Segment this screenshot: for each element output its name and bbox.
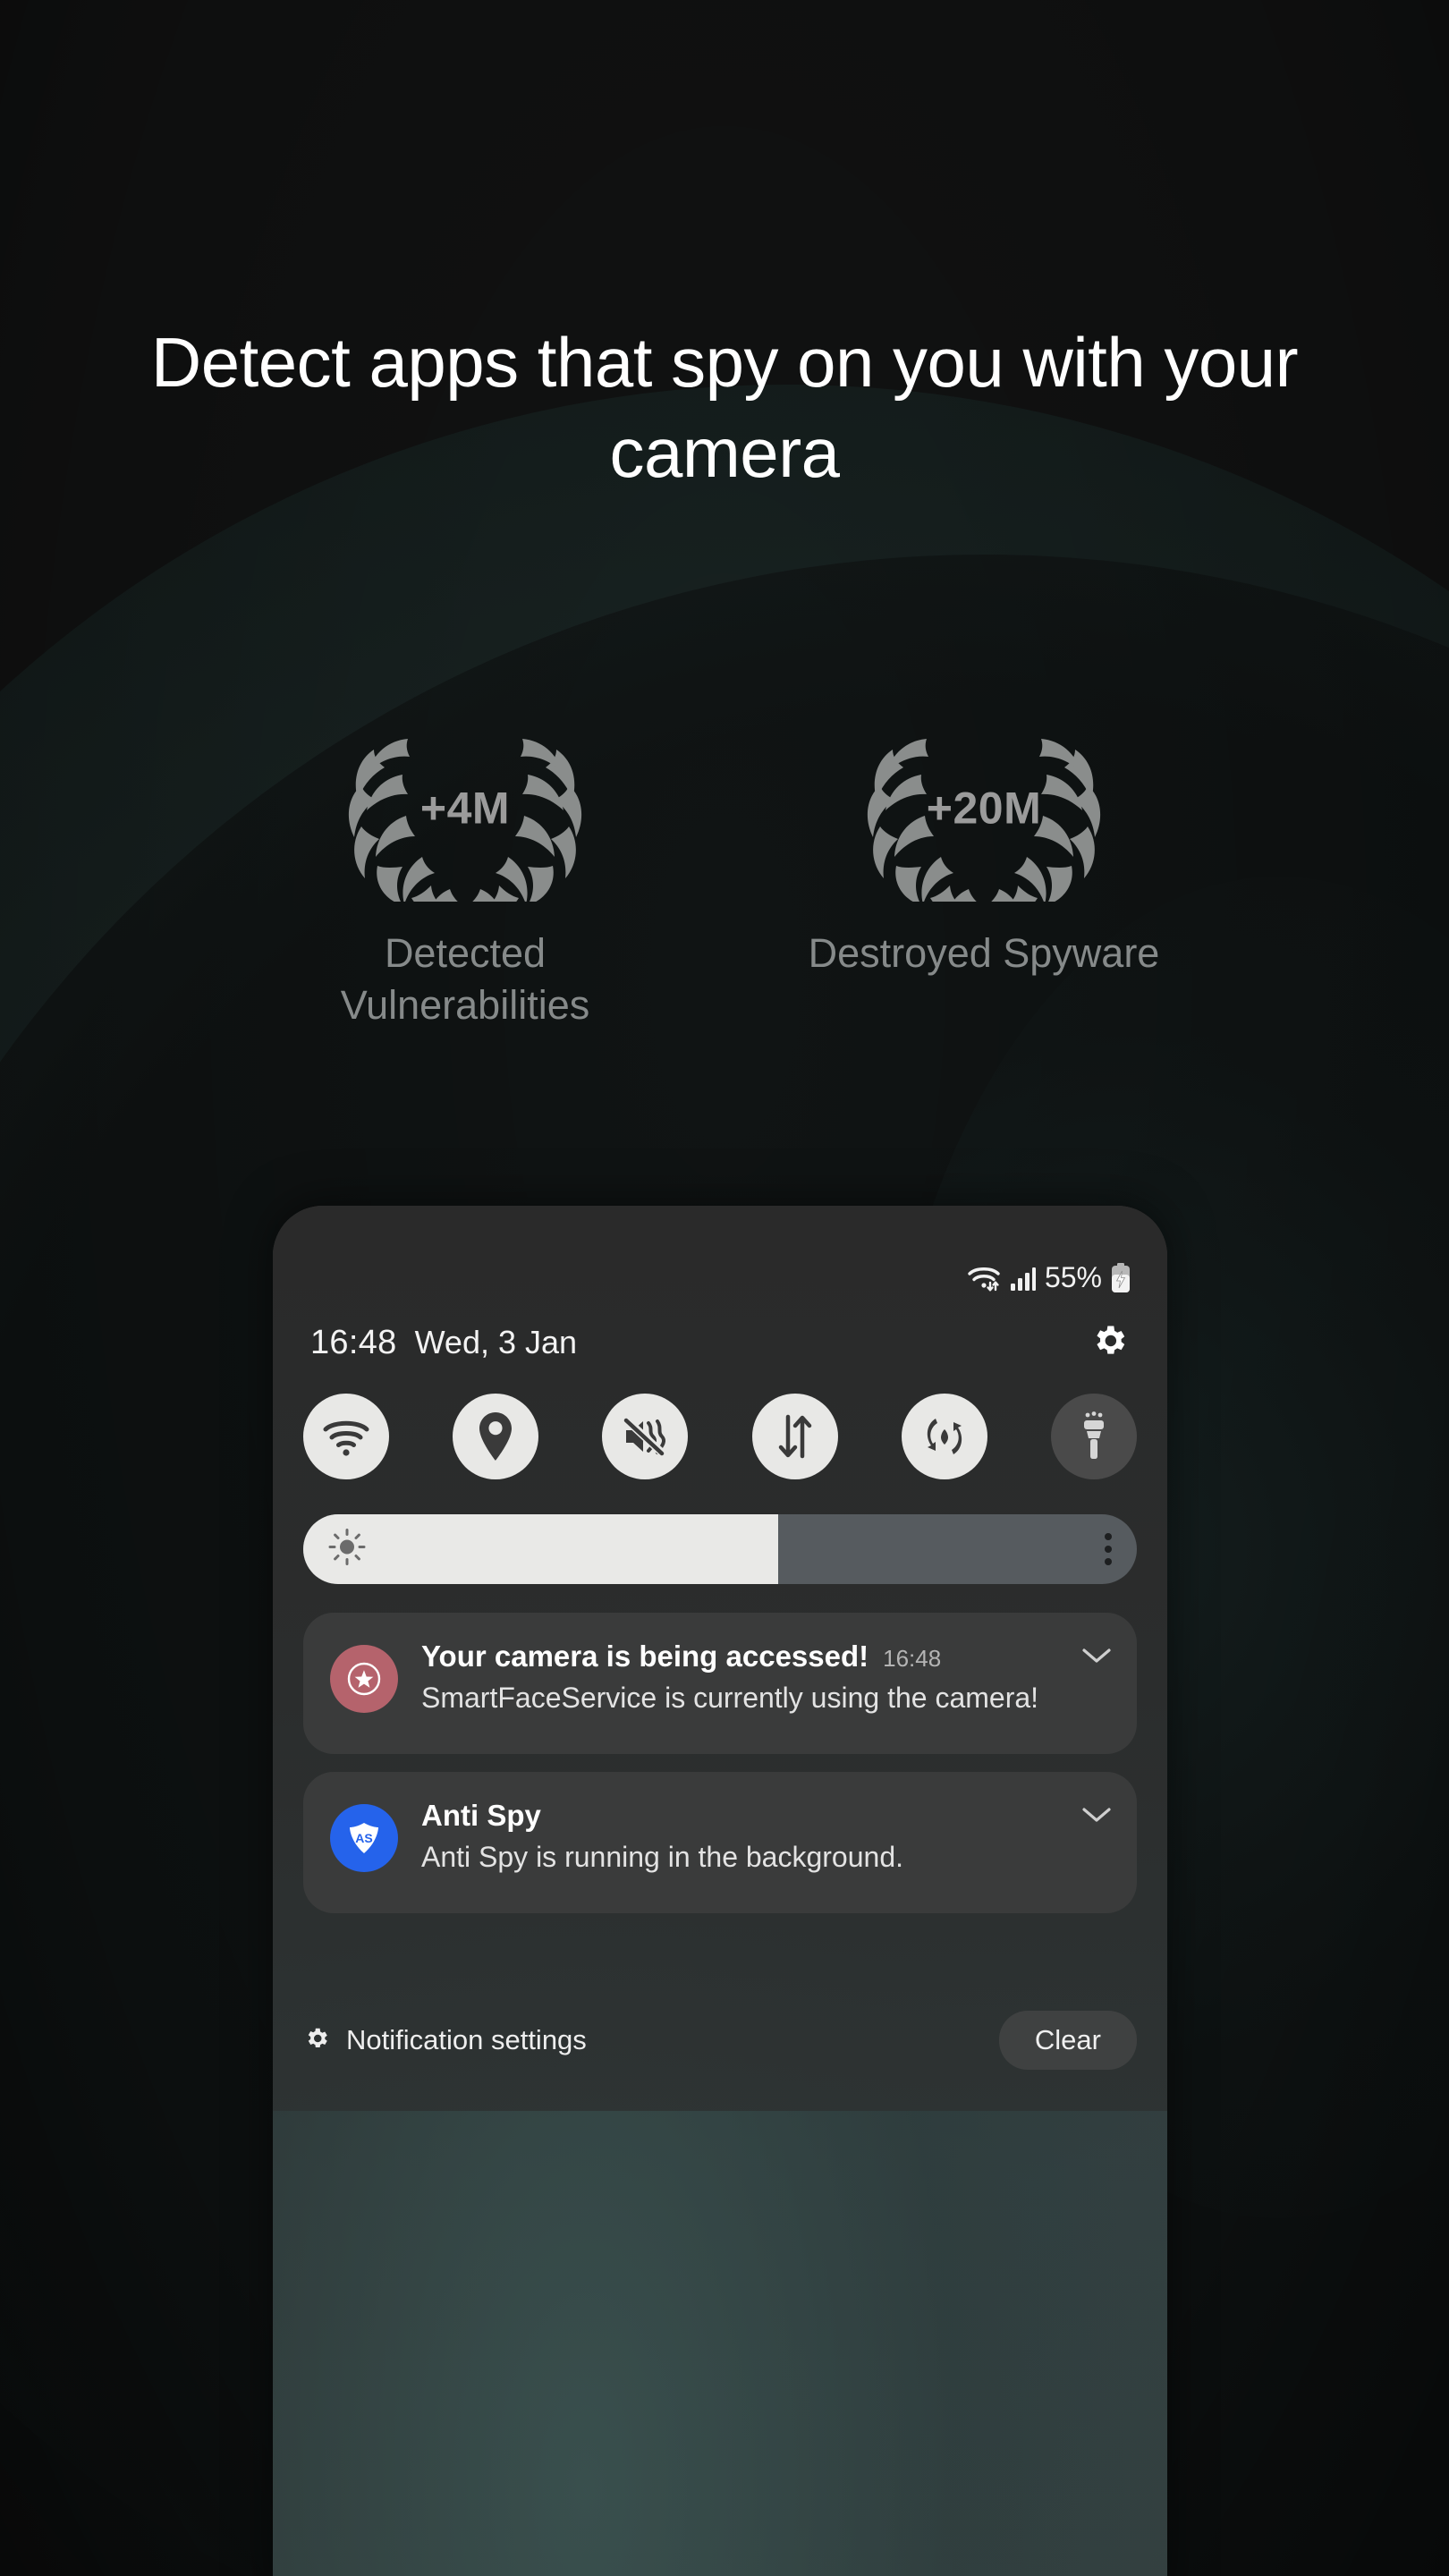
notification-time: 16:48 (883, 1645, 942, 1672)
settings-button[interactable] (1089, 1322, 1130, 1363)
wifi-icon (966, 1263, 1002, 1293)
notification-text: SmartFaceService is currently using the … (421, 1682, 1039, 1714)
notification-header: Your camera is being accessed! 16:48 (421, 1640, 1060, 1674)
brightness-fill (303, 1514, 779, 1584)
notification-text: Anti Spy is running in the background. (421, 1841, 903, 1873)
gear-icon (1089, 1321, 1129, 1365)
badge-value: +20M (926, 782, 1042, 833)
headline-text: Detect apps that spy on you with your ca… (150, 323, 1299, 493)
award-badges: +4M Detected Vulnerabilities +20M Destro… (0, 716, 1449, 1030)
cellular-signal-icon (1010, 1265, 1037, 1292)
quick-settings-header: 16:48 Wed, 3 Jan (310, 1322, 1130, 1363)
brightness-sun-icon (326, 1527, 368, 1572)
flashlight-toggle[interactable] (1050, 1394, 1137, 1479)
location-pin-icon (476, 1412, 515, 1461)
promo-screenshot: Detect apps that spy on you with your ca… (0, 0, 1449, 2576)
notification-title: Your camera is being accessed! (421, 1640, 869, 1673)
clock-date: Wed, 3 Jan (414, 1323, 578, 1360)
notification-settings-label: Notification settings (346, 2024, 587, 2055)
kebab-menu-icon[interactable] (1105, 1533, 1112, 1565)
clear-button[interactable]: Clear (998, 2011, 1137, 2070)
laurel-wreath-icon: +20M (796, 716, 1172, 908)
flashlight-icon (1076, 1411, 1112, 1462)
wifi-toggle[interactable] (303, 1394, 389, 1479)
notification-camera-alert[interactable]: Your camera is being accessed! 16:48 Sma… (303, 1613, 1137, 1754)
wifi-icon (321, 1415, 371, 1458)
badge-label: Destroyed Spyware (808, 930, 1160, 976)
brightness-slider[interactable] (303, 1514, 1137, 1584)
badge-detected-vulnerabilities: +4M Detected Vulnerabilities (277, 716, 653, 1030)
quick-toggle-row (303, 1394, 1137, 1479)
anti-spy-shield-icon: AS (330, 1804, 398, 1872)
chevron-down-icon[interactable] (1080, 1645, 1114, 1671)
notification-header: Anti Spy (421, 1799, 1060, 1833)
notification-title: Anti Spy (421, 1799, 541, 1832)
mute-vibrate-icon (621, 1414, 669, 1459)
notification-footer: Notification settings Clear (303, 2011, 1137, 2070)
badge-value: +4M (419, 782, 511, 833)
data-transfer-icon (775, 1413, 816, 1460)
phone-mockup: 55% 16:48 Wed, 3 Jan Your camera is bein… (273, 1206, 1167, 2576)
notification-anti-spy[interactable]: AS Anti Spy Anti Spy is running in the b… (303, 1772, 1137, 1913)
auto-rotate-toggle[interactable] (901, 1394, 987, 1479)
svg-text:AS: AS (355, 1831, 372, 1845)
badge-destroyed-spyware: +20M Destroyed Spyware (796, 716, 1172, 1030)
battery-level-text: 55% (1044, 1261, 1102, 1293)
mobile-data-toggle[interactable] (751, 1394, 838, 1479)
chevron-down-icon[interactable] (1080, 1804, 1114, 1830)
time-date-group: 16:48 Wed, 3 Jan (310, 1324, 577, 1362)
status-bar: 55% (966, 1261, 1131, 1294)
location-toggle[interactable] (453, 1394, 539, 1479)
notification-settings-button[interactable]: Notification settings (303, 2024, 587, 2056)
notification-body: Your camera is being accessed! 16:48 Sma… (421, 1640, 1110, 1727)
clock-time: 16:48 (310, 1323, 397, 1361)
notification-body: Anti Spy Anti Spy is running in the back… (421, 1799, 1110, 1886)
auto-rotate-icon (921, 1413, 968, 1460)
battery-charging-icon (1110, 1262, 1131, 1293)
sound-toggle[interactable] (602, 1394, 689, 1479)
badge-label: Detected Vulnerabilities (340, 930, 590, 1028)
notification-list: Your camera is being accessed! 16:48 Sma… (303, 1613, 1137, 1931)
gear-icon (303, 2025, 330, 2056)
laurel-wreath-icon: +4M (277, 716, 653, 908)
camera-alert-icon (330, 1645, 398, 1713)
